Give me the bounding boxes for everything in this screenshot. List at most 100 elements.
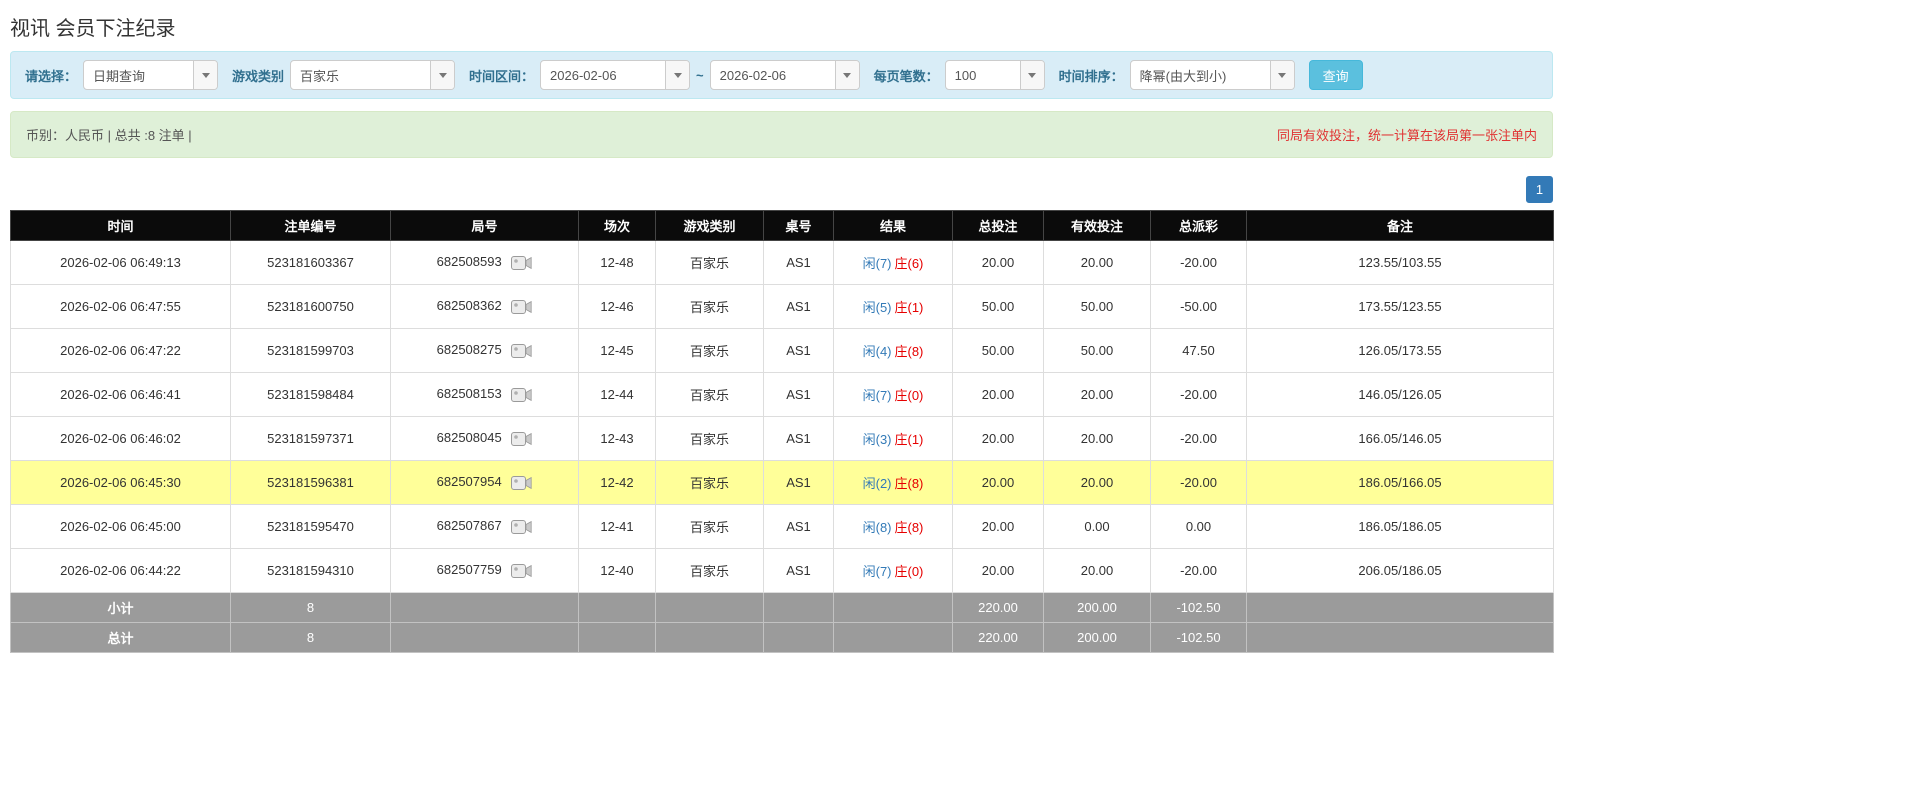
cell-table-no: AS1 — [763, 240, 834, 285]
round-number: 682508275 — [436, 342, 502, 358]
sort-value[interactable]: 降幂(由大到小) — [1131, 61, 1270, 89]
video-replay-icon[interactable] — [511, 475, 532, 491]
video-replay-icon[interactable] — [511, 519, 532, 535]
game-type-value[interactable]: 百家乐 — [291, 61, 430, 89]
cell-total-bet[interactable]: 50.00 — [952, 284, 1044, 329]
time-range-label: 时间区间： — [469, 68, 535, 84]
chevron-down-icon[interactable] — [834, 61, 859, 89]
cell-payout: -50.00 — [1150, 284, 1247, 329]
result-banker: 庄(8) — [894, 476, 924, 491]
cell-round: 682507954 — [390, 460, 579, 505]
date-to-value[interactable]: 2026-02-06 — [711, 61, 835, 89]
cell-session: 12-40 — [578, 548, 656, 593]
cell-payout: -20.00 — [1150, 416, 1247, 461]
result-banker: 庄(8) — [894, 344, 924, 359]
video-replay-icon[interactable] — [511, 431, 532, 447]
cell-round: 682507759 — [390, 548, 579, 593]
cell-result: 闲(7) 庄(6) — [833, 240, 953, 285]
chevron-down-icon[interactable] — [430, 61, 455, 89]
cell-time: 2026-02-06 06:45:00 — [10, 504, 231, 549]
game-type-combobox[interactable]: 百家乐 — [290, 60, 456, 90]
chevron-down-icon[interactable] — [193, 61, 218, 89]
cell-total-bet[interactable]: 20.00 — [952, 240, 1044, 285]
cell-total-bet[interactable]: 20.00 — [952, 504, 1044, 549]
search-button[interactable]: 查询 — [1308, 60, 1363, 90]
cell-time: 2026-02-06 06:46:02 — [10, 416, 231, 461]
video-replay-icon[interactable] — [511, 387, 532, 403]
total-total-bet: 220.00 — [952, 622, 1044, 653]
col-header-round: 局号 — [390, 210, 579, 241]
per-page-combobox[interactable]: 100 — [944, 60, 1045, 90]
cell-note: 206.05/186.05 — [1246, 548, 1554, 593]
table-row: 2026-02-06 06:46:41 523181598484 6825081… — [10, 372, 1554, 417]
cell-total-bet[interactable]: 50.00 — [952, 328, 1044, 373]
table-row: 2026-02-06 06:49:13 523181603367 6825085… — [10, 240, 1554, 285]
cell-total-bet[interactable]: 20.00 — [952, 372, 1044, 417]
round-number: 682508593 — [436, 254, 502, 270]
cell-game-type: 百家乐 — [655, 504, 764, 549]
cell-table-no: AS1 — [763, 548, 834, 593]
table-body: 2026-02-06 06:49:13 523181603367 6825085… — [10, 240, 1554, 593]
cell-table-no: AS1 — [763, 372, 834, 417]
cell-note: 186.05/166.05 — [1246, 460, 1554, 505]
date-from-combobox[interactable]: 2026-02-06 — [540, 60, 691, 90]
game-type-label: 游戏类别 — [232, 68, 285, 84]
result-player: 闲(4) — [862, 344, 892, 359]
result-player: 闲(2) — [862, 476, 892, 491]
date-from-value[interactable]: 2026-02-06 — [541, 61, 665, 89]
cell-round: 682508362 — [390, 284, 579, 329]
cell-total-bet[interactable]: 20.00 — [952, 548, 1044, 593]
video-replay-icon[interactable] — [511, 343, 532, 359]
subtotal-empty — [833, 592, 953, 623]
cell-time: 2026-02-06 06:47:22 — [10, 328, 231, 373]
summary-bar: 币别：人民币 | 总共 :8 注单 | 同局有效投注，统一计算在该局第一张注单内 — [10, 111, 1553, 158]
cell-result: 闲(3) 庄(1) — [833, 416, 953, 461]
col-header-total-bet: 总投注 — [952, 210, 1044, 241]
summary-notice-text: 同局有效投注，统一计算在该局第一张注单内 — [1276, 128, 1537, 143]
result-banker: 庄(8) — [894, 520, 924, 535]
col-header-table-no: 桌号 — [763, 210, 834, 241]
result-banker: 庄(0) — [894, 388, 924, 403]
query-type-combobox[interactable]: 日期查询 — [83, 60, 219, 90]
per-page-value[interactable]: 100 — [946, 61, 1020, 89]
query-type-value[interactable]: 日期查询 — [84, 61, 193, 89]
subtotal-payout: -102.50 — [1150, 592, 1247, 623]
cell-total-bet[interactable]: 20.00 — [952, 460, 1044, 505]
total-count: 8 — [230, 622, 391, 653]
col-header-payout: 总派彩 — [1150, 210, 1247, 241]
chevron-down-icon[interactable] — [1019, 61, 1044, 89]
cell-valid-bet: 0.00 — [1043, 504, 1151, 549]
cell-valid-bet: 50.00 — [1043, 328, 1151, 373]
video-replay-icon[interactable] — [511, 563, 532, 579]
result-player: 闲(7) — [862, 256, 892, 271]
total-empty — [763, 622, 834, 653]
table-header-row: 时间 注单编号 局号 场次 游戏类别 桌号 结果 总投注 有效投注 总派彩 备注 — [10, 210, 1554, 241]
cell-result: 闲(4) 庄(8) — [833, 328, 953, 373]
chevron-down-icon[interactable] — [1269, 61, 1294, 89]
video-replay-icon[interactable] — [511, 255, 532, 271]
cell-total-bet[interactable]: 20.00 — [952, 416, 1044, 461]
cell-table-no: AS1 — [763, 416, 834, 461]
total-empty — [1246, 622, 1554, 653]
chevron-down-icon[interactable] — [665, 61, 690, 89]
date-to-combobox[interactable]: 2026-02-06 — [709, 60, 860, 90]
round-number: 682507867 — [436, 518, 502, 534]
subtotal-count: 8 — [230, 592, 391, 623]
range-separator: ~ — [696, 67, 704, 83]
cell-time: 2026-02-06 06:46:41 — [10, 372, 231, 417]
sort-label: 时间排序： — [1058, 68, 1124, 84]
total-payout: -102.50 — [1150, 622, 1247, 653]
cell-payout: -20.00 — [1150, 240, 1247, 285]
subtotal-empty — [390, 592, 579, 623]
sort-combobox[interactable]: 降幂(由大到小) — [1129, 60, 1295, 90]
cell-table-no: AS1 — [763, 328, 834, 373]
video-replay-icon[interactable] — [511, 299, 532, 315]
page-button-1[interactable]: 1 — [1526, 176, 1553, 203]
round-number: 682507954 — [436, 474, 502, 490]
cell-game-type: 百家乐 — [655, 240, 764, 285]
cell-valid-bet: 20.00 — [1043, 416, 1151, 461]
cell-game-type: 百家乐 — [655, 328, 764, 373]
cell-valid-bet: 50.00 — [1043, 284, 1151, 329]
cell-session: 12-48 — [578, 240, 656, 285]
cell-bet-id: 523181603367 — [230, 240, 391, 285]
